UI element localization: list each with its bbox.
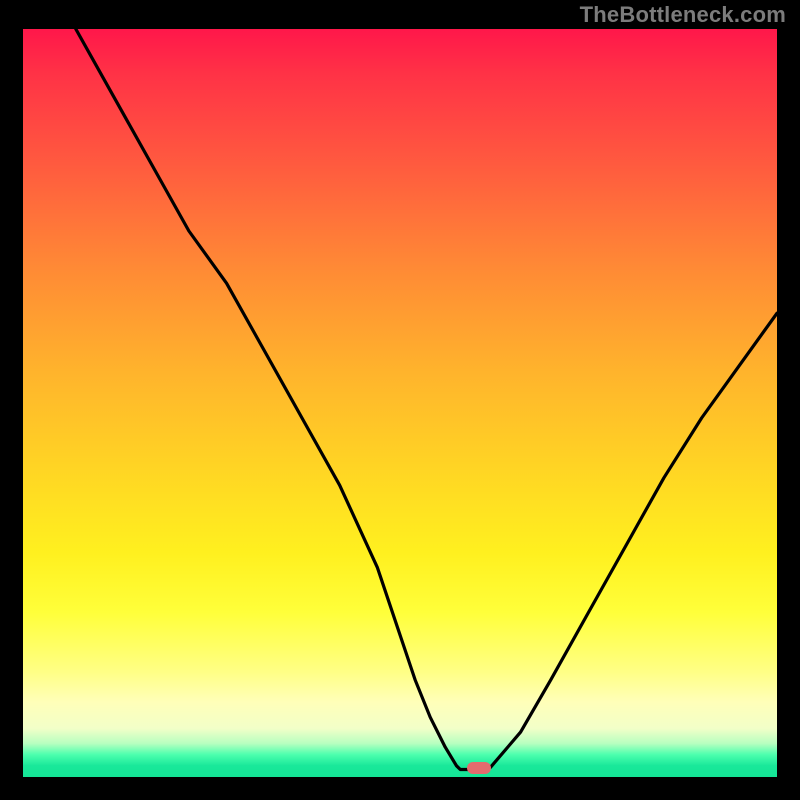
chart-container: TheBottleneck.com bbox=[0, 0, 800, 800]
bottleneck-curve bbox=[23, 29, 777, 777]
optimal-point-marker bbox=[467, 762, 491, 774]
plot-area bbox=[23, 29, 777, 777]
watermark-text: TheBottleneck.com bbox=[580, 2, 786, 28]
